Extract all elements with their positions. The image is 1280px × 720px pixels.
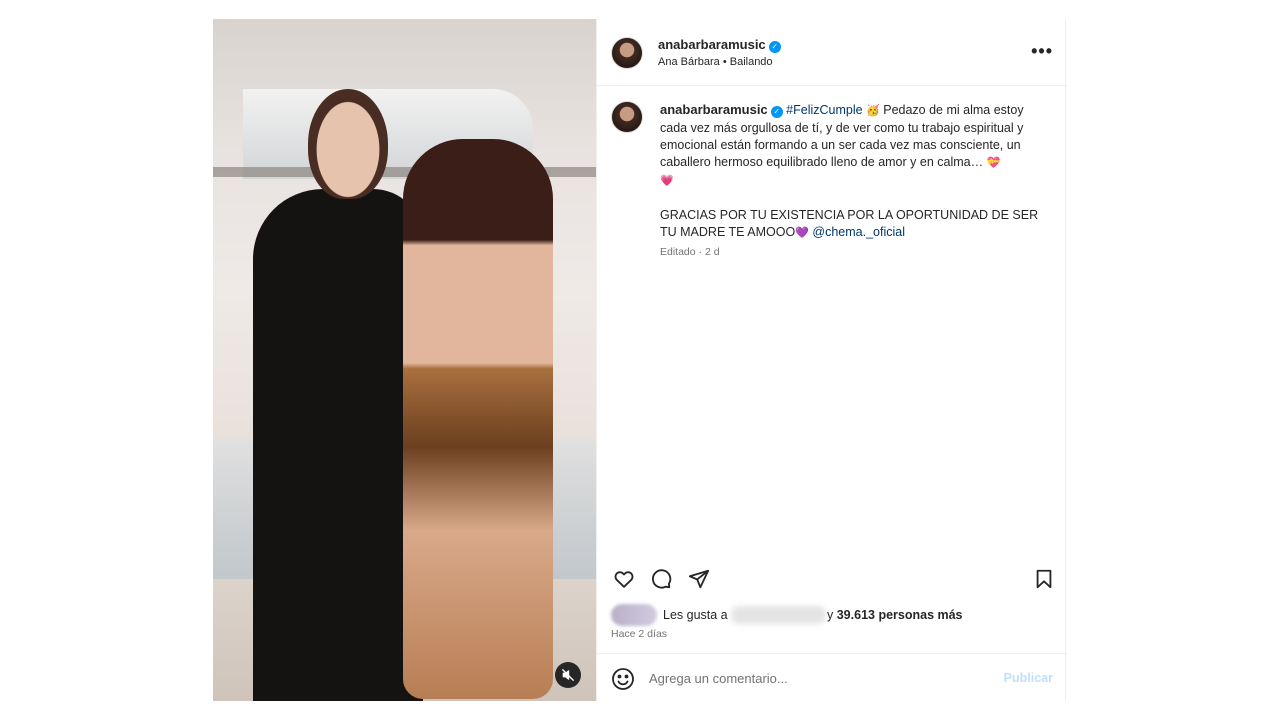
instagram-post: anabarbaramusic ✓ Ana Bárbara • Bailando … [213, 19, 1067, 701]
smiley-face-icon[interactable] [611, 667, 635, 691]
heart-icon[interactable] [611, 566, 637, 592]
verified-badge-icon: ✓ [770, 106, 783, 118]
caption-username[interactable]: anabarbaramusic [660, 102, 768, 117]
author-username[interactable]: anabarbaramusic [658, 37, 766, 52]
gift-heart-emoji: 💝 [986, 157, 1001, 169]
photo-person-left-head [308, 89, 388, 199]
pink-heart-emoji: 💗 [660, 175, 674, 187]
post-caption: anabarbaramusic ✓ #FelizCumple 🥳 Pedazo d… [597, 86, 1067, 566]
author-subtitle: Ana Bárbara • Bailando [658, 56, 773, 68]
author-avatar[interactable] [611, 37, 643, 69]
edited-label: Editado · 2 d [660, 246, 720, 258]
caption-text: anabarbaramusic ✓ #FelizCumple 🥳 Pedazo d… [660, 101, 1050, 242]
liked-by-username-blurred[interactable] [731, 606, 826, 624]
comment-input[interactable] [649, 668, 979, 688]
more-options-icon[interactable]: ••• [1031, 41, 1053, 62]
speaker-muted-icon[interactable] [555, 662, 581, 688]
photo-person-left [253, 189, 423, 701]
likes-prefix: Les gusta a [663, 608, 728, 622]
verified-badge-icon: ✓ [768, 41, 781, 53]
photo-person-right [403, 139, 553, 699]
mention-link[interactable]: @chema._oficial [812, 225, 905, 239]
publish-button[interactable]: Publicar [1004, 671, 1053, 685]
likes-suffix: y [827, 608, 834, 622]
post-photo[interactable] [213, 19, 596, 701]
liked-by-avatars[interactable] [611, 604, 657, 626]
comment-bar: Publicar [597, 653, 1067, 701]
send-paper-plane-icon[interactable] [686, 566, 712, 592]
caption-avatar[interactable] [611, 101, 643, 133]
bookmark-icon[interactable] [1031, 566, 1057, 592]
author-display-name[interactable]: Ana Bárbara [658, 56, 720, 68]
audio-track-link[interactable]: Bailando [730, 56, 773, 68]
post-header: anabarbaramusic ✓ Ana Bárbara • Bailando … [597, 19, 1067, 86]
party-emoji: 🥳 [866, 105, 880, 117]
hashtag-link[interactable]: #FelizCumple [786, 103, 862, 117]
likes-suffix-line: y 39.613 personas más [827, 608, 963, 622]
purple-heart-emoji: 💜 [795, 227, 809, 239]
action-bar [597, 566, 1067, 606]
post-timestamp[interactable]: Hace 2 días [611, 628, 667, 640]
comment-bubble-icon[interactable] [648, 566, 674, 592]
subtitle-separator: • [719, 56, 730, 68]
likes-count[interactable]: 39.613 personas más [837, 608, 963, 622]
author-name-line: anabarbaramusic ✓ [658, 36, 781, 54]
post-details-panel: anabarbaramusic ✓ Ana Bárbara • Bailando … [596, 19, 1067, 701]
likes-summary: Les gusta a y 39.613 personas más [611, 604, 1051, 626]
